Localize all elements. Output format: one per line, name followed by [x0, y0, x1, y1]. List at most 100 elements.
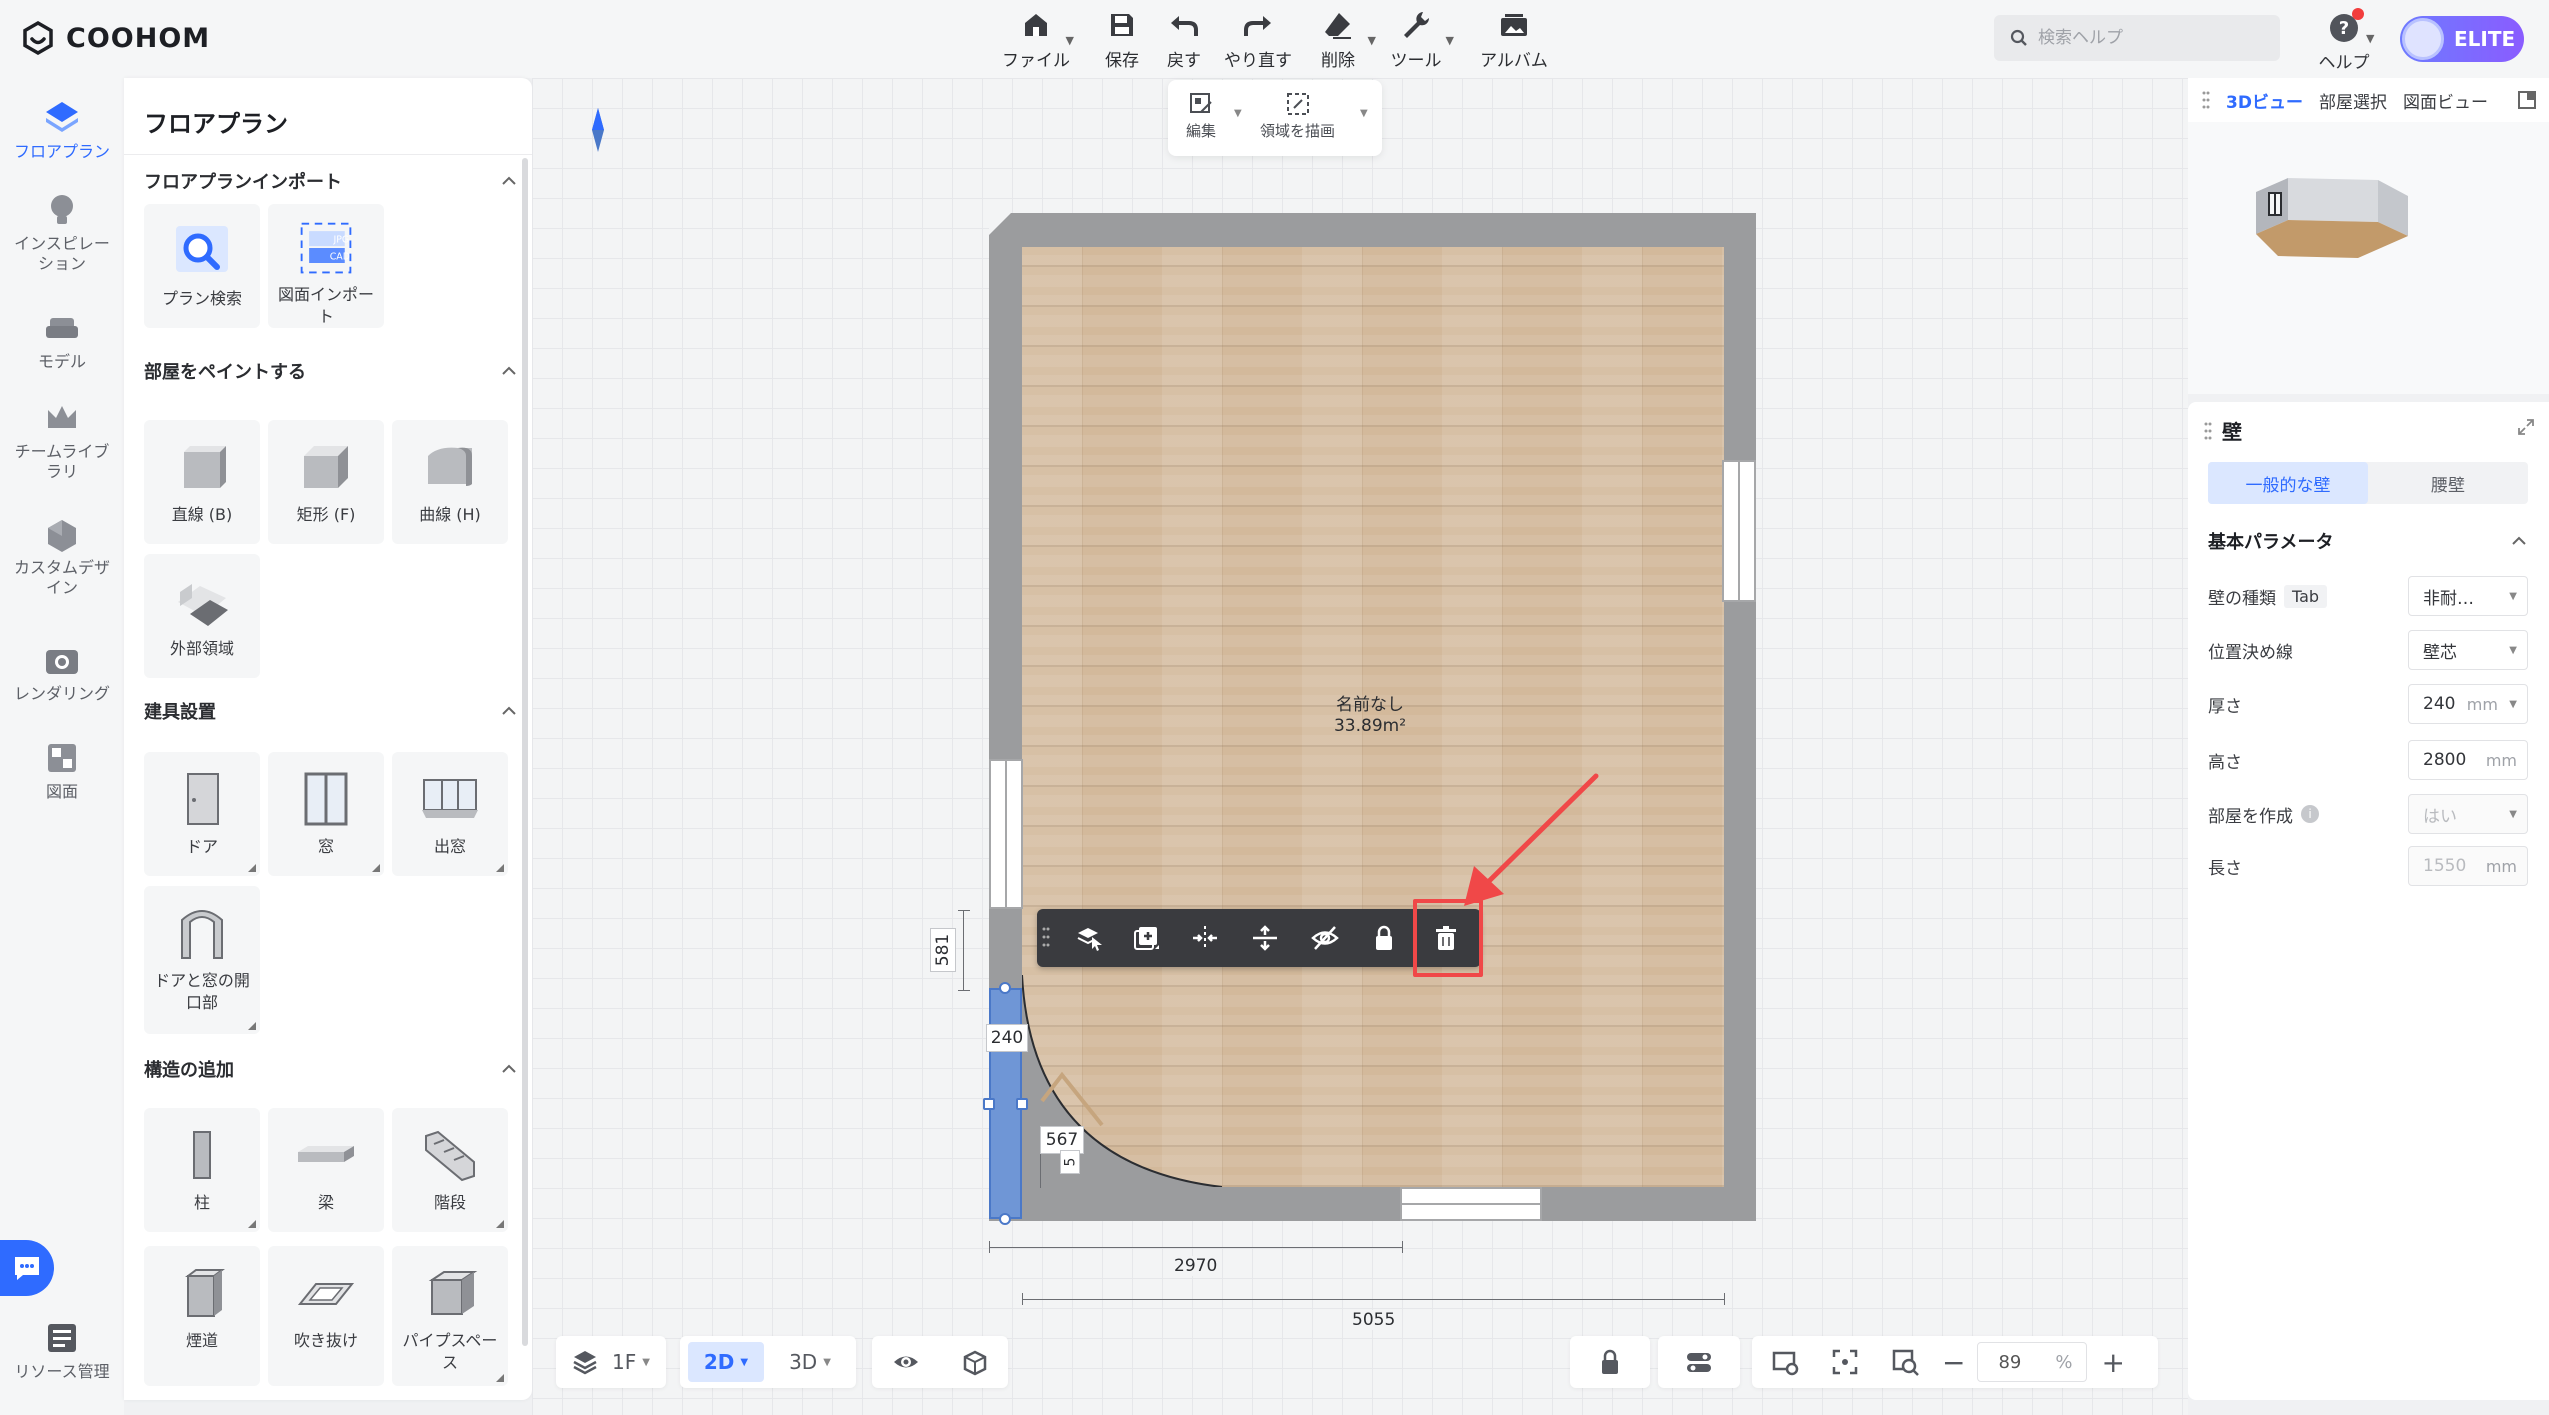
tile-label: 外部領域	[169, 639, 234, 658]
dim-bottom-partial[interactable]: 2970	[1170, 1256, 1222, 1276]
view-2d-button[interactable]: 2D ▼	[688, 1342, 764, 1382]
thickness-input[interactable]: 240 mm ▼	[2408, 684, 2528, 724]
tab-room-select[interactable]: 部屋選択	[2319, 88, 2387, 113]
rail-item-floorplan[interactable]: フロアプラン	[0, 98, 124, 162]
lock-canvas-button[interactable]	[1570, 1336, 1650, 1388]
wall-end-handle[interactable]	[999, 982, 1011, 994]
room-name-label[interactable]: 名前なし	[1290, 695, 1450, 715]
fit-view-icon[interactable]	[1830, 1347, 1860, 1377]
rail-item-custom-design[interactable]: カスタムデザイン	[0, 514, 124, 598]
rail-item-rendering[interactable]: レンダリング	[0, 640, 124, 704]
tile-door-window-opening[interactable]: ドアと窓の開口部	[144, 886, 260, 1034]
user-elite-badge[interactable]: ELITE	[2400, 16, 2524, 62]
draw-area-button[interactable]: 領域を描画	[1260, 90, 1335, 141]
rail-item-team-library[interactable]: チームライブラリ	[0, 398, 124, 482]
tile-column[interactable]: 柱	[144, 1108, 260, 1232]
tab-half-wall[interactable]: 腰壁	[2368, 462, 2528, 504]
drag-handle-icon[interactable]	[1042, 926, 1050, 948]
floor-selector[interactable]: 1F ▼	[556, 1336, 666, 1388]
wall-type-select[interactable]: 非耐… ▼	[2408, 576, 2528, 616]
tile-rectangle[interactable]: 矩形 (F)	[268, 420, 384, 544]
chevron-down-icon[interactable]: ▼	[2509, 699, 2517, 710]
search-input[interactable]	[2038, 28, 2258, 48]
panel-scrollbar[interactable]	[522, 158, 528, 1346]
drag-handle-icon[interactable]	[2202, 90, 2210, 110]
zoom-input[interactable]: 89 %	[1977, 1342, 2088, 1382]
tile-pipe-space[interactable]: パイプスペース	[392, 1246, 508, 1386]
tab-3d-view[interactable]: 3Dビュー	[2226, 88, 2303, 113]
window-right[interactable]	[1722, 460, 1756, 602]
tile-void[interactable]: 吹き抜け	[268, 1246, 384, 1386]
flip-button[interactable]	[1245, 918, 1285, 958]
tile-beam[interactable]: 梁	[268, 1108, 384, 1232]
zoom-in-button[interactable]: +	[2101, 1346, 2124, 1379]
expand-arrows-icon[interactable]	[2517, 418, 2535, 436]
tile-stairs[interactable]: 階段	[392, 1108, 508, 1232]
rail-item-inspiration[interactable]: インスピレーション	[0, 190, 124, 274]
3d-preview-scene[interactable]	[2188, 122, 2549, 394]
help-search[interactable]	[1994, 15, 2280, 61]
tab-general-wall[interactable]: 一般的な壁	[2208, 462, 2368, 504]
dim-wall-thickness[interactable]: 240	[986, 1024, 1028, 1052]
tile-door[interactable]: ドア	[144, 752, 260, 876]
hide-button[interactable]	[1305, 918, 1345, 958]
tile-flue[interactable]: 煙道	[144, 1246, 260, 1386]
select-similar-button[interactable]	[1069, 918, 1109, 958]
chevron-down-icon: ▼	[2509, 590, 2517, 602]
window-left[interactable]	[989, 759, 1023, 909]
positioning-line-select[interactable]: 壁芯 ▼	[2408, 630, 2528, 670]
section-structure[interactable]: 構造の追加	[144, 1056, 518, 1082]
drag-handle-icon[interactable]	[2204, 421, 2212, 441]
section-fittings[interactable]: 建具設置	[144, 698, 518, 724]
lock-button[interactable]	[1364, 918, 1404, 958]
tab-plan-view[interactable]: 図面ビュー	[2403, 88, 2488, 113]
cube-view-icon[interactable]	[959, 1347, 989, 1377]
section-paint-room[interactable]: 部屋をペイントする	[144, 358, 518, 384]
toolbar-redo-label: やり直す	[1224, 51, 1292, 71]
toolbar-album[interactable]: アルバム	[1466, 8, 1562, 71]
prop-key-label: 位置決め線	[2208, 642, 2293, 663]
info-icon[interactable]: i	[2301, 805, 2319, 823]
zoom-unit: %	[2055, 1351, 2073, 1373]
settings-toggle-button[interactable]	[1658, 1336, 1740, 1388]
tile-label: ドア	[185, 837, 218, 856]
tile-straight[interactable]: 直線 (B)	[144, 420, 260, 544]
height-input[interactable]: 2800 mm	[2408, 740, 2528, 780]
split-button[interactable]	[1185, 918, 1225, 958]
copy-button[interactable]	[1126, 918, 1166, 958]
view-3d-button[interactable]: 3D ▼	[772, 1342, 848, 1382]
edit-button[interactable]: 編集	[1186, 90, 1216, 141]
rail-item-resource-management[interactable]: リソース管理	[0, 1318, 124, 1382]
toolbar-file[interactable]: ファイル ▼	[988, 8, 1084, 71]
basic-params-header[interactable]: 基本パラメータ	[2208, 528, 2528, 554]
dim-wall-thickness-value: 240	[990, 1028, 1024, 1048]
wall-side-handle[interactable]	[1016, 1098, 1028, 1110]
window-bottom[interactable]	[1400, 1187, 1542, 1221]
app-logo[interactable]: COOHOM	[20, 18, 210, 58]
dim-door-small[interactable]: 5	[1060, 1150, 1080, 1174]
tile-window[interactable]: 窓	[268, 752, 384, 876]
rail-item-drawing[interactable]: 図面	[0, 738, 124, 802]
dim-bottom-total[interactable]: 5055	[1348, 1310, 1400, 1330]
wall-side-handle[interactable]	[983, 1098, 995, 1110]
tile-import-drawing[interactable]: JPG CAD 図面インポート	[268, 204, 384, 328]
tile-bay-window[interactable]: 出窓	[392, 752, 508, 876]
expand-icon[interactable]	[2517, 90, 2537, 110]
wall-end-handle[interactable]	[999, 1213, 1011, 1225]
zoom-region-icon[interactable]	[1890, 1347, 1920, 1377]
lightbulb-icon	[51, 195, 73, 224]
dim-left-height[interactable]: 581	[930, 928, 956, 972]
eye-icon[interactable]	[891, 1347, 921, 1377]
view-settings-icon[interactable]	[1770, 1347, 1800, 1377]
tile-plan-search[interactable]: プラン検索	[144, 204, 260, 328]
toolbar-tools[interactable]: ツール ▼	[1368, 8, 1464, 71]
tile-outdoor-area[interactable]: 外部領域	[144, 554, 260, 678]
compass-icon[interactable]	[590, 108, 606, 152]
rail-item-model[interactable]: モデル	[0, 308, 124, 372]
chat-button[interactable]	[0, 1240, 54, 1296]
view-3d-label: 3D	[789, 1350, 818, 1374]
tile-curve[interactable]: 曲線 (H)	[392, 420, 508, 544]
zoom-out-button[interactable]: −	[1942, 1346, 1965, 1379]
room-3d-model	[2256, 178, 2408, 258]
section-import[interactable]: フロアプランインポート	[144, 168, 518, 194]
